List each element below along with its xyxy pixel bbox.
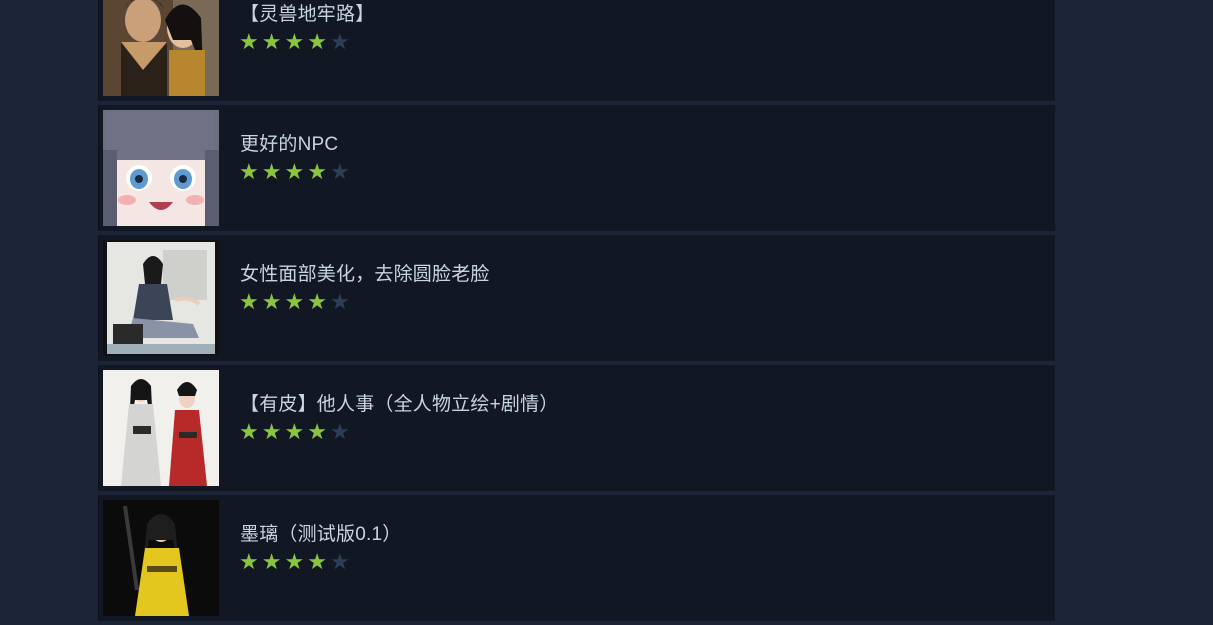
star-filled-icon: ★ xyxy=(284,290,305,315)
star-filled-icon: ★ xyxy=(261,160,282,185)
star-filled-icon: ★ xyxy=(307,290,327,315)
star-rating: ★ ★ ★ ★ ★ xyxy=(239,422,350,444)
star-rating: ★ ★ ★ ★ ★ xyxy=(239,292,350,314)
star-rating: ★ ★ ★ ★ ★ xyxy=(239,32,350,54)
list-item[interactable]: 【灵兽地牢路】 ★ ★ ★ ★ ★ xyxy=(98,0,1055,101)
star-filled-icon: ★ xyxy=(284,30,305,55)
item-thumbnail[interactable] xyxy=(103,110,219,226)
star-filled-icon: ★ xyxy=(284,160,305,185)
star-filled-icon: ★ xyxy=(284,420,305,445)
seated-woman-image xyxy=(103,240,219,356)
anime-girl-face-image xyxy=(103,110,219,226)
star-filled-icon: ★ xyxy=(261,550,282,575)
star-rating: ★ ★ ★ ★ ★ xyxy=(239,552,350,574)
workshop-item-list: 【灵兽地牢路】 ★ ★ ★ ★ ★ 更好的NPC ★ ★ ★ ★ ★ 女性面部美… xyxy=(98,0,1055,625)
item-title[interactable]: 【灵兽地牢路】 xyxy=(240,0,374,26)
star-filled-icon: ★ xyxy=(261,420,282,445)
list-item[interactable]: 墨璃（测试版0.1） ★ ★ ★ ★ ★ xyxy=(98,495,1055,621)
item-thumbnail[interactable] xyxy=(103,370,219,486)
item-title[interactable]: 女性面部美化，去除圆脸老脸 xyxy=(240,259,490,286)
list-item[interactable]: 【有皮】他人事（全人物立绘+剧情） ★ ★ ★ ★ ★ xyxy=(98,365,1055,491)
star-filled-icon: ★ xyxy=(307,160,327,185)
star-rating: ★ ★ ★ ★ ★ xyxy=(239,162,350,184)
item-thumbnail[interactable] xyxy=(103,0,219,96)
item-title[interactable]: 【有皮】他人事（全人物立绘+剧情） xyxy=(240,389,559,416)
star-filled-icon: ★ xyxy=(261,30,282,55)
couple-portrait-image xyxy=(103,0,219,96)
woman-yellow-robe-image xyxy=(103,500,219,616)
list-item[interactable]: 更好的NPC ★ ★ ★ ★ ★ xyxy=(98,105,1055,231)
star-filled-icon: ★ xyxy=(239,290,259,315)
star-filled-icon: ★ xyxy=(239,30,259,55)
star-filled-icon: ★ xyxy=(307,30,327,55)
star-empty-icon: ★ xyxy=(329,550,350,575)
star-filled-icon: ★ xyxy=(307,420,327,445)
star-filled-icon: ★ xyxy=(239,420,259,445)
list-item[interactable]: 女性面部美化，去除圆脸老脸 ★ ★ ★ ★ ★ xyxy=(98,235,1055,361)
item-title[interactable]: 墨璃（测试版0.1） xyxy=(240,519,401,546)
right-side-panel xyxy=(1055,0,1213,625)
item-title[interactable]: 更好的NPC xyxy=(240,129,338,156)
star-filled-icon: ★ xyxy=(284,550,305,575)
two-women-standing-image xyxy=(103,370,219,486)
item-thumbnail[interactable] xyxy=(103,240,219,356)
star-empty-icon: ★ xyxy=(329,30,350,55)
star-filled-icon: ★ xyxy=(307,550,327,575)
item-thumbnail[interactable] xyxy=(103,500,219,616)
star-empty-icon: ★ xyxy=(329,290,350,315)
star-filled-icon: ★ xyxy=(239,550,259,575)
star-empty-icon: ★ xyxy=(329,160,350,185)
star-filled-icon: ★ xyxy=(261,290,282,315)
star-filled-icon: ★ xyxy=(239,160,259,185)
star-empty-icon: ★ xyxy=(329,420,350,445)
